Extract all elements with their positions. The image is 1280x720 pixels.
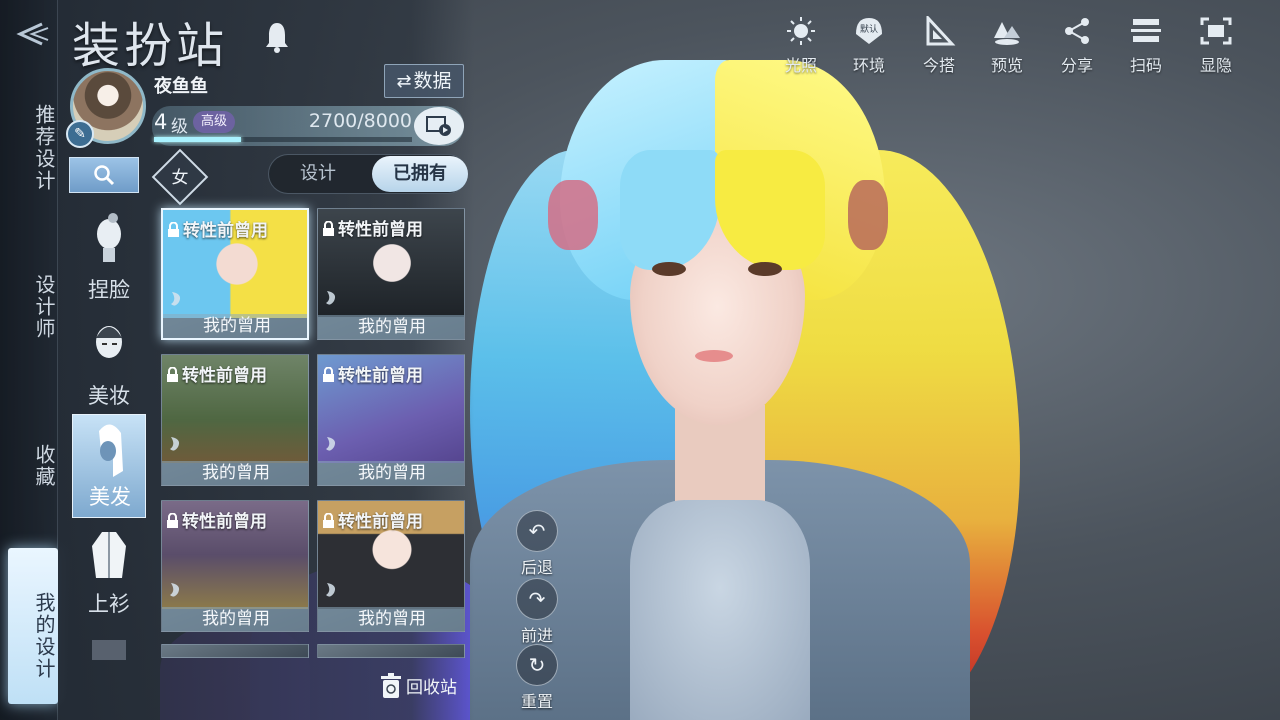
item-name: 我的曾用 bbox=[318, 607, 464, 631]
share-button[interactable]: 分享 bbox=[1052, 16, 1102, 76]
hair-icon bbox=[99, 424, 123, 477]
redo-button[interactable]: ↷ 前进 bbox=[512, 578, 562, 646]
svg-text:默认: 默认 bbox=[860, 23, 878, 35]
lock-icon bbox=[168, 222, 179, 237]
gender-label: 女 bbox=[171, 168, 189, 188]
character-lips bbox=[695, 350, 733, 362]
face-sculpt-icon bbox=[97, 213, 121, 262]
hair-bow bbox=[848, 180, 888, 250]
fish-icon bbox=[170, 583, 180, 597]
item-name: 我的曾用 bbox=[162, 607, 308, 631]
username: 夜鱼鱼 bbox=[154, 76, 208, 97]
recycle-bin-icon bbox=[381, 673, 401, 698]
character-eye bbox=[748, 262, 782, 276]
toggle-ui-button[interactable]: 显隐 bbox=[1191, 16, 1241, 76]
redo-icon: ↷ bbox=[516, 578, 558, 620]
item-name: 我的曾用 bbox=[318, 461, 464, 485]
item-card-partial[interactable] bbox=[161, 644, 309, 658]
environment-button[interactable]: 默认 环境 bbox=[844, 16, 894, 76]
level-number: 4 bbox=[154, 110, 168, 134]
video-play-icon bbox=[426, 116, 451, 136]
item-card[interactable]: 转性前曾用 我的曾用 bbox=[161, 354, 309, 486]
preview-button[interactable]: 预览 bbox=[982, 16, 1032, 76]
item-card[interactable]: 转性前曾用 我的曾用 bbox=[317, 354, 465, 486]
nav-item-favorites[interactable]: 收藏 bbox=[0, 436, 58, 496]
lock-icon bbox=[167, 513, 178, 528]
data-button[interactable]: ⇄ 数据 bbox=[384, 64, 464, 98]
bell-icon[interactable] bbox=[262, 20, 292, 54]
nav-item-recommended[interactable]: 推荐设计 bbox=[0, 88, 58, 208]
level-badge: 高级 bbox=[193, 111, 236, 133]
item-card[interactable]: 转性前曾用 我的曾用 bbox=[161, 500, 309, 632]
makeup-icon bbox=[96, 326, 122, 358]
fish-icon bbox=[170, 437, 180, 451]
item-card[interactable]: 转性前曾用 我的曾用 bbox=[317, 208, 465, 340]
lighting-button[interactable]: 光照 bbox=[776, 16, 826, 76]
nav-item-my-designs[interactable]: 我的设计 bbox=[8, 548, 58, 704]
edit-icon[interactable]: ✎ bbox=[66, 120, 94, 148]
undo-icon: ↶ bbox=[516, 510, 558, 552]
item-card-partial[interactable] bbox=[317, 644, 465, 658]
fish-icon bbox=[326, 291, 336, 305]
lock-icon bbox=[167, 367, 178, 382]
hair-bow bbox=[548, 180, 598, 250]
left-nav: 推荐设计 设计师 收藏 我的设计 bbox=[0, 0, 58, 720]
sun-icon bbox=[787, 17, 815, 45]
tab-owned[interactable]: 已拥有 bbox=[372, 156, 468, 192]
lock-icon bbox=[323, 221, 334, 236]
swap-icon: ⇄ bbox=[396, 71, 412, 92]
category-top[interactable]: 上衫 bbox=[72, 520, 146, 624]
tab-design[interactable]: 设计 bbox=[276, 154, 360, 194]
environment-icon: 默认 bbox=[856, 18, 882, 44]
scan-icon bbox=[1131, 19, 1161, 42]
share-icon bbox=[1065, 18, 1089, 44]
preview-icon bbox=[994, 22, 1020, 45]
item-name: 我的曾用 bbox=[318, 315, 464, 339]
category-more[interactable] bbox=[92, 640, 126, 660]
back-arrow-icon bbox=[16, 22, 49, 46]
fullscreen-icon bbox=[1200, 17, 1232, 45]
nav-item-designer[interactable]: 设计师 bbox=[0, 262, 58, 352]
level-unit: 级 bbox=[171, 117, 188, 137]
back-button[interactable] bbox=[12, 18, 50, 50]
fish-icon bbox=[326, 583, 336, 597]
triangle-ruler-icon bbox=[926, 14, 956, 46]
reset-button[interactable]: ↻ 重置 bbox=[512, 644, 562, 712]
lock-icon bbox=[323, 367, 334, 382]
undo-button[interactable]: ↶ 后退 bbox=[512, 510, 562, 578]
exp-fill bbox=[154, 137, 241, 142]
character-eye bbox=[652, 262, 686, 276]
fish-icon bbox=[326, 437, 336, 451]
item-name: 我的曾用 bbox=[163, 314, 307, 338]
page-title: 装扮站 bbox=[72, 18, 229, 74]
fish-icon bbox=[171, 292, 181, 306]
today-outfit-button[interactable]: 今搭 bbox=[914, 14, 964, 76]
category-makeup[interactable]: 美妆 bbox=[72, 312, 146, 416]
search-button[interactable] bbox=[69, 157, 139, 193]
scan-button[interactable]: 扫码 bbox=[1121, 16, 1171, 76]
character-blouse bbox=[630, 500, 810, 720]
item-card[interactable]: 转性前曾用 我的曾用 bbox=[317, 500, 465, 632]
video-button[interactable] bbox=[414, 107, 464, 145]
top-garment-icon bbox=[92, 532, 126, 578]
recycle-bin-button[interactable]: 回收站 bbox=[380, 672, 457, 704]
category-hair[interactable]: 美发 bbox=[72, 414, 146, 518]
exp-text: 2700/8000 bbox=[308, 110, 412, 132]
item-card[interactable]: 转性前曾用 我的曾用 bbox=[161, 208, 309, 340]
category-face[interactable]: 捏脸 bbox=[72, 206, 146, 310]
lock-icon bbox=[323, 513, 334, 528]
reset-icon: ↻ bbox=[516, 644, 558, 686]
search-icon bbox=[94, 165, 115, 186]
item-name: 我的曾用 bbox=[162, 461, 308, 485]
